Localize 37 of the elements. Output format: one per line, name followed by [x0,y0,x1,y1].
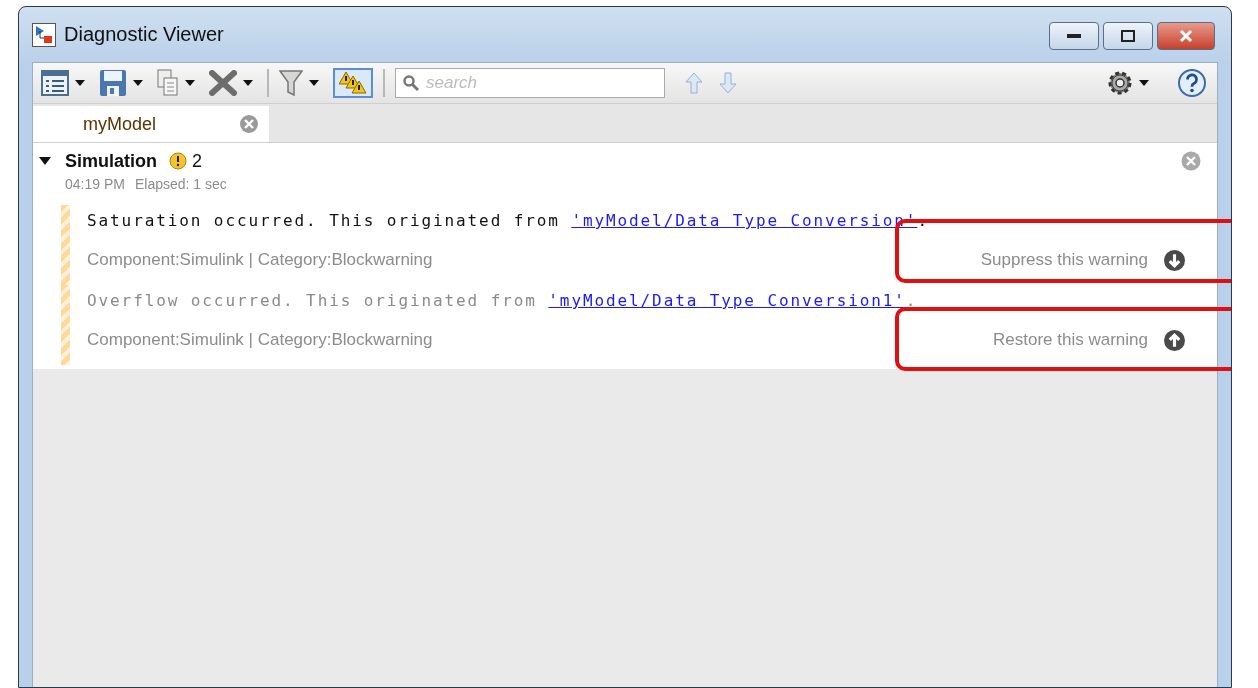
run-time: 04:19 PM [65,176,125,192]
caret-icon[interactable] [185,80,195,86]
caret-icon[interactable] [309,80,319,86]
tab[interactable]: myModel [33,106,269,142]
caret-icon[interactable] [133,80,143,86]
message-text: Saturation occurred. This originated from 'myModel/Data Type Conversion'. [87,210,930,232]
delete-icon[interactable] [209,70,237,96]
help-icon[interactable] [1177,68,1207,98]
warning-count: 2 [192,150,203,172]
search-field[interactable]: search [395,68,665,98]
list-icon[interactable] [41,70,69,96]
close-icon [1179,29,1193,43]
minimize-icon [1067,34,1081,38]
caret-icon[interactable] [75,80,85,86]
group-title: Simulation [65,150,157,172]
window-title: Diagnostic Viewer [64,23,225,46]
save-icon[interactable] [99,69,127,97]
app-icon [32,22,56,47]
elapsed-time: Elapsed: 1 sec [134,176,227,192]
expand-toggle-icon[interactable] [39,156,51,166]
settings-icon[interactable] [1107,70,1133,96]
close-button[interactable] [1157,22,1215,50]
message-info: Component:Simulink | Category:Blockwarning [87,330,434,350]
close-icon[interactable] [239,114,259,134]
warning-icon [339,71,367,95]
warning-icon [169,152,187,170]
message-text: Overflow occurred. This originated from 'myModel/Data Type Conversion1'. [87,290,919,312]
maximize-icon [1121,30,1135,42]
message-info: Component:Simulink | Category:Blockwarning [87,250,434,270]
block-link[interactable]: 'myModel/Data Type Conversion1' [548,291,906,310]
maximize-button[interactable] [1103,22,1153,50]
block-link[interactable]: 'myModel/Data Type Conversion' [571,211,918,230]
caret-icon[interactable] [1139,80,1149,86]
warnings-toggle[interactable] [333,68,373,98]
caret-icon[interactable] [243,80,253,86]
filter-icon[interactable] [279,69,303,97]
minimize-button[interactable] [1049,22,1099,50]
